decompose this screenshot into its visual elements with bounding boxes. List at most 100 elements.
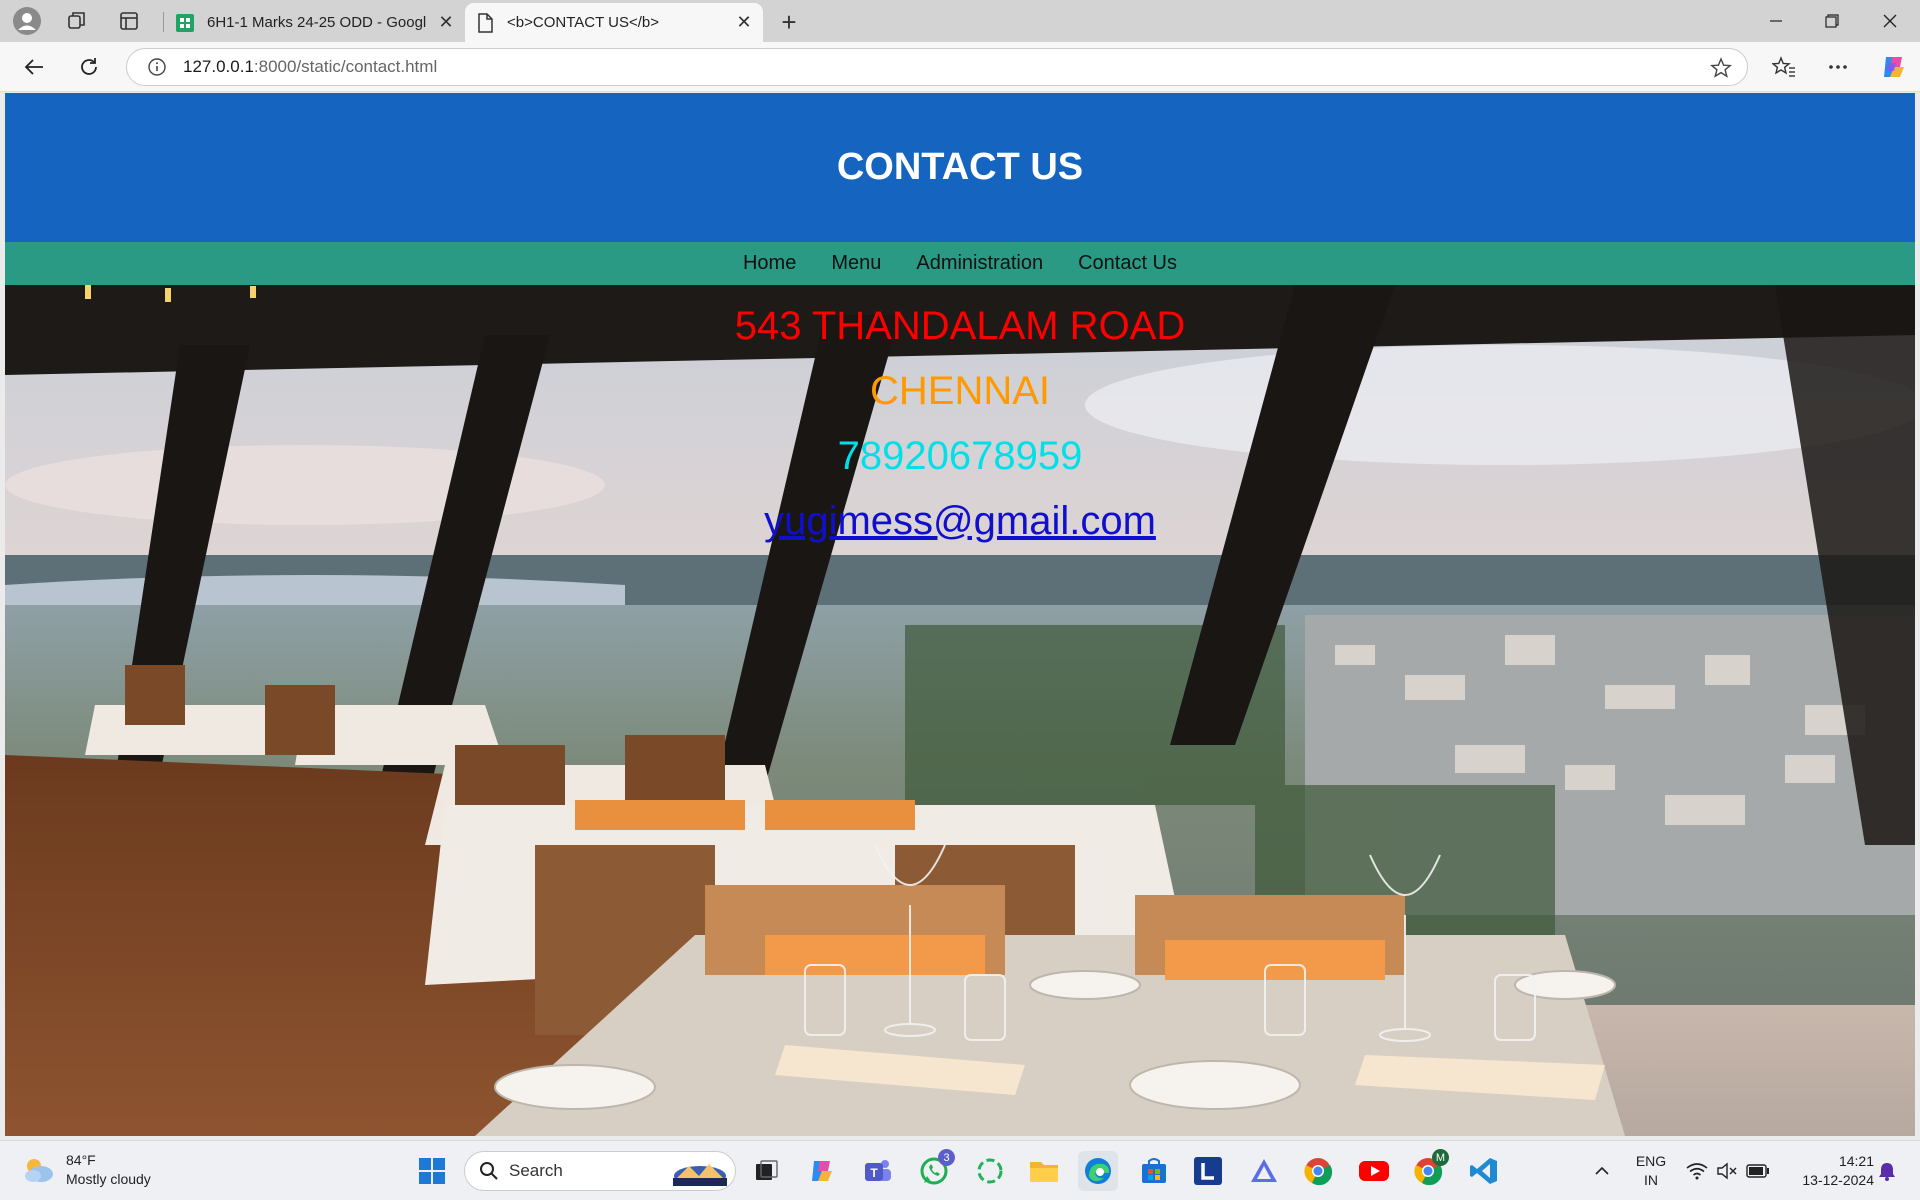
taskbar-whatsapp[interactable]: 3: [914, 1149, 955, 1191]
weather-condition: Mostly cloudy: [66, 1171, 151, 1187]
taskbar-file-explorer[interactable]: [1024, 1151, 1064, 1191]
new-tab-button[interactable]: +: [772, 6, 806, 38]
bell-icon: [1879, 1163, 1895, 1181]
back-button[interactable]: [16, 50, 52, 84]
contact-phone: 78920678959: [837, 434, 1083, 478]
svg-text:T: T: [870, 1166, 878, 1180]
task-view-icon: [756, 1160, 778, 1180]
store-icon: [1142, 1158, 1166, 1183]
page-title: CONTACT US: [836, 146, 1084, 188]
taskbar-arc-app[interactable]: [1244, 1151, 1284, 1191]
tab-title: 6H1-1 Marks 24-25 ODD - Googl: [207, 14, 427, 31]
tab-sheets[interactable]: 6H1-1 Marks 24-25 ODD - Googl ✕: [165, 3, 465, 42]
close-window-button[interactable]: [1862, 0, 1918, 42]
nav-link-home[interactable]: Home: [743, 252, 796, 275]
language-indicator[interactable]: ENG IN: [1628, 1152, 1674, 1190]
close-tab-icon[interactable]: ✕: [731, 10, 757, 36]
nav-link-contact-us[interactable]: Contact Us: [1078, 252, 1177, 275]
quick-settings-button[interactable]: [1678, 1151, 1778, 1191]
start-button[interactable]: [412, 1151, 452, 1191]
url-host: 127.0.0.1: [183, 57, 254, 76]
copilot-icon: [1884, 57, 1904, 77]
url-text: 127.0.0.1:8000/static/contact.html: [183, 57, 437, 77]
windows-logo-icon: [419, 1158, 445, 1184]
taskbar-teams[interactable]: T: [858, 1151, 898, 1191]
nav-link-administration[interactable]: Administration: [916, 252, 1043, 275]
url-path: :8000/static/contact.html: [253, 57, 438, 76]
favorites-icon: [1772, 56, 1795, 77]
speaker-muted-icon: [1717, 1162, 1737, 1180]
taskbar-edge[interactable]: [1078, 1151, 1118, 1191]
triangle-app-icon: [1251, 1159, 1277, 1182]
clock[interactable]: 14:21 13-12-2024: [1782, 1152, 1874, 1190]
close-tab-icon[interactable]: ✕: [433, 10, 459, 36]
tab-title: <b>CONTACT US</b>: [507, 14, 660, 31]
weather-widget[interactable]: 84°F Mostly cloudy: [22, 1151, 151, 1189]
copilot-icon: [812, 1161, 832, 1181]
cloudy-weather-icon: [25, 1159, 53, 1182]
restore-button[interactable]: [1804, 0, 1860, 42]
site-info-icon[interactable]: [145, 55, 169, 79]
chevron-up-icon: [1595, 1166, 1609, 1175]
task-view-button[interactable]: [746, 1151, 786, 1191]
notifications-button[interactable]: [1872, 1151, 1902, 1191]
browser-toolbar: 127.0.0.1:8000/static/contact.html: [0, 42, 1920, 92]
taskbar-youtube[interactable]: [1354, 1151, 1394, 1191]
more-options-button[interactable]: [1820, 50, 1856, 84]
profile-button[interactable]: [10, 5, 44, 37]
taskbar-store[interactable]: [1134, 1151, 1174, 1191]
whatsapp-badge: 3: [938, 1149, 955, 1166]
tab-actions-icon: [120, 12, 138, 30]
favorites-button[interactable]: [1766, 50, 1802, 84]
contact-address: 543 THANDALAM ROAD: [734, 304, 1186, 348]
tab-contact[interactable]: <b>CONTACT US</b> ✕: [465, 3, 763, 42]
minimize-icon: [1770, 20, 1782, 22]
minimize-button[interactable]: [1748, 0, 1804, 42]
clock-time: 14:21: [1838, 1153, 1874, 1169]
taskbar-app-refresh[interactable]: [970, 1151, 1010, 1191]
reload-icon: [81, 58, 97, 75]
wifi-icon: [1686, 1163, 1708, 1180]
contact-city: CHENNAI: [869, 369, 1051, 413]
google-sheets-icon: [175, 13, 195, 33]
favorite-star-icon[interactable]: [1709, 56, 1733, 80]
search-highlight-icon: [673, 1164, 727, 1186]
taskbar-copilot[interactable]: [802, 1151, 842, 1191]
contact-email-link[interactable]: yugimess@gmail.com: [764, 499, 1156, 543]
contact-email-row: yugimess@gmail.com: [5, 489, 1915, 554]
reload-button[interactable]: [71, 50, 107, 84]
l-app-icon: [1194, 1157, 1222, 1185]
teams-icon: T: [865, 1160, 891, 1181]
show-hidden-icons-button[interactable]: [1582, 1151, 1622, 1191]
weather-temp: 84°F: [66, 1152, 96, 1168]
back-arrow-icon: [24, 59, 43, 75]
language-region: IN: [1644, 1172, 1658, 1188]
page-viewport: CONTACT US Home Menu Administration Cont…: [5, 93, 1915, 1136]
battery-icon: [1746, 1164, 1769, 1178]
taskbar-l-app[interactable]: [1188, 1151, 1228, 1191]
edge-icon: [1085, 1158, 1111, 1184]
vertical-tabs-button[interactable]: [112, 5, 146, 37]
workspaces-button[interactable]: [60, 5, 94, 37]
search-icon: [480, 1162, 498, 1180]
chrome-icon: [1304, 1158, 1333, 1186]
search-label: Search: [509, 1161, 563, 1180]
language-code: ENG: [1635, 1153, 1667, 1169]
youtube-icon: [1359, 1161, 1389, 1181]
taskbar-chrome[interactable]: [1298, 1151, 1338, 1191]
folder-icon: [1030, 1162, 1058, 1182]
site-nav: Home Menu Administration Contact Us: [5, 242, 1915, 285]
restore-icon: [1825, 14, 1839, 28]
taskbar-search[interactable]: Search: [464, 1151, 736, 1191]
profile-icon: [13, 7, 41, 35]
taskbar-vscode[interactable]: [1464, 1151, 1504, 1191]
browser-tab-strip: 6H1-1 Marks 24-25 ODD - Googl ✕ <b>CONTA…: [0, 0, 1920, 42]
address-bar[interactable]: 127.0.0.1:8000/static/contact.html: [126, 48, 1748, 86]
nav-link-menu[interactable]: Menu: [831, 252, 881, 275]
site-header: CONTACT US: [5, 93, 1915, 242]
more-dots-icon: [1829, 65, 1847, 69]
copilot-button[interactable]: [1876, 50, 1912, 84]
workspaces-icon: [68, 12, 85, 29]
vscode-icon: [1470, 1158, 1497, 1184]
taskbar-chrome-profile[interactable]: M: [1408, 1149, 1449, 1191]
